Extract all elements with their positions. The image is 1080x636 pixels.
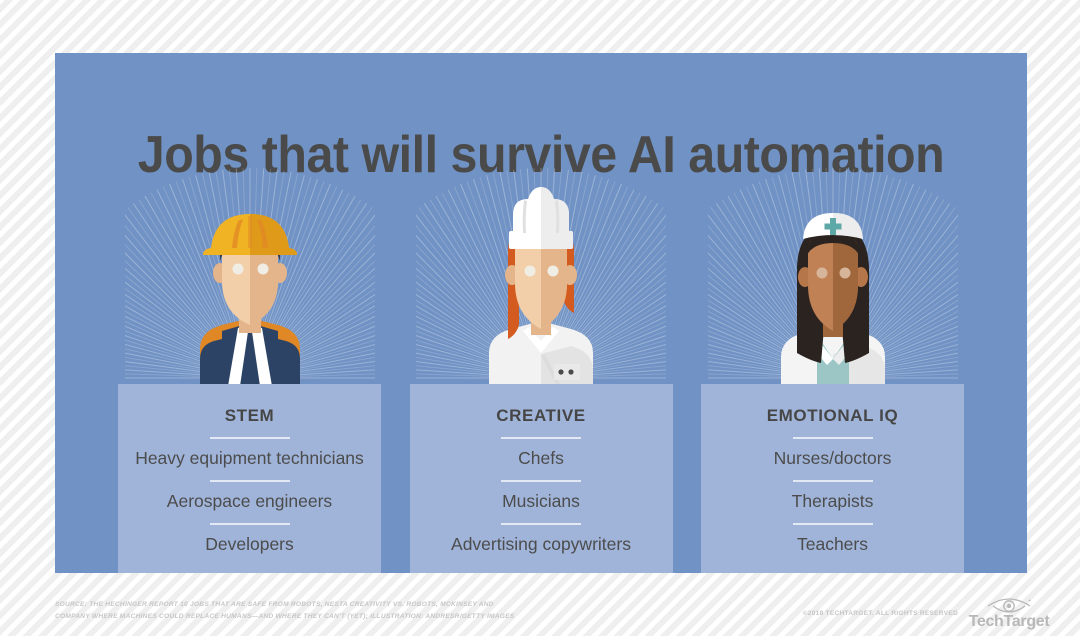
divider bbox=[792, 436, 873, 439]
source-credit: SOURCE: THE HECHINGER REPORT 10 JOBS THA… bbox=[55, 599, 615, 622]
category-card-creative: CREATIVE Chefs Musicians Advertising cop… bbox=[409, 384, 673, 573]
techtarget-eye-icon bbox=[987, 598, 1031, 613]
category-card-emotional-iq: EMOTIONAL IQ Nurses/doctors Therapists T… bbox=[701, 384, 964, 573]
infographic-panel: Jobs that will survive AI automation STE… bbox=[55, 53, 1027, 573]
category-columns: STEM Heavy equipment technicians Aerospa… bbox=[55, 163, 1027, 573]
divider bbox=[209, 523, 290, 526]
job-item: Aerospace engineers bbox=[166, 491, 333, 512]
job-item: Developers bbox=[205, 534, 294, 555]
job-item: Teachers bbox=[796, 534, 868, 555]
chef-avatar-icon bbox=[461, 181, 621, 386]
footer: SOURCE: THE HECHINGER REPORT 10 JOBS THA… bbox=[0, 594, 1080, 634]
job-item: Nurses/doctors bbox=[773, 447, 892, 468]
divider bbox=[792, 523, 873, 526]
source-line-2: COMPANY WHERE MACHINES COULD REPLACE HUM… bbox=[55, 612, 515, 620]
category-card-stem: STEM Heavy equipment technicians Aerospa… bbox=[118, 384, 381, 573]
divider bbox=[501, 480, 581, 483]
category-column-emotional-iq: EMOTIONAL IQ Nurses/doctors Therapists T… bbox=[701, 163, 964, 573]
job-item: Chefs bbox=[518, 447, 564, 468]
nurse-avatar-icon bbox=[753, 181, 913, 386]
copyright-notice: ©2018 TECHTARGET. ALL RIGHTS RESERVED bbox=[802, 610, 958, 617]
category-heading: CREATIVE bbox=[496, 406, 586, 425]
job-item: Heavy equipment technicians bbox=[135, 447, 364, 468]
source-line-1: SOURCE: THE HECHINGER REPORT 10 JOBS THA… bbox=[55, 601, 494, 608]
divider bbox=[501, 523, 581, 526]
techtarget-logo-text: TechTarget bbox=[968, 613, 1050, 630]
job-item: Advertising copywriters bbox=[451, 534, 631, 555]
construction-worker-avatar-icon bbox=[170, 181, 330, 386]
divider bbox=[209, 480, 290, 483]
job-item: Therapists bbox=[791, 491, 874, 512]
divider bbox=[501, 436, 581, 439]
techtarget-logo: TechTarget bbox=[963, 594, 1055, 632]
divider bbox=[792, 480, 873, 483]
divider bbox=[209, 436, 290, 439]
category-heading: EMOTIONAL IQ bbox=[766, 406, 899, 425]
category-column-stem: STEM Heavy equipment technicians Aerospa… bbox=[118, 163, 381, 573]
job-item: Musicians bbox=[502, 491, 580, 512]
category-column-creative: CREATIVE Chefs Musicians Advertising cop… bbox=[409, 163, 673, 573]
category-heading: STEM bbox=[224, 406, 275, 425]
